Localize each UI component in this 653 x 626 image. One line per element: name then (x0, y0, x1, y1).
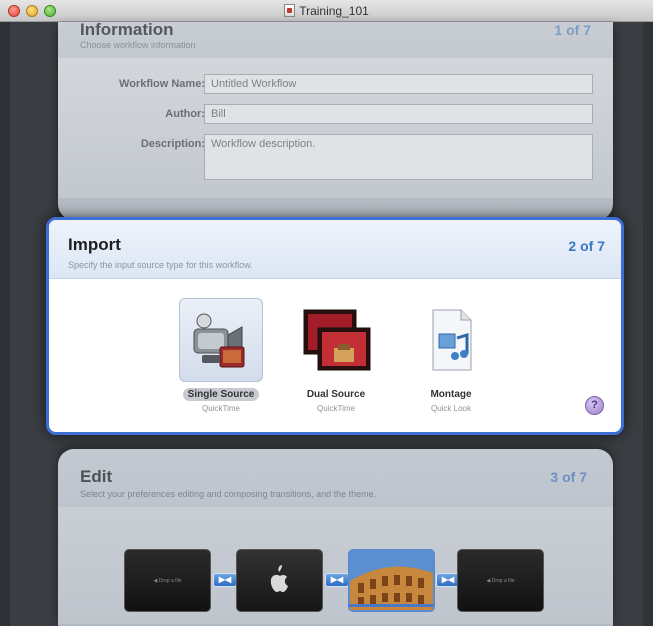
montage-sublabel: Quick Look (430, 404, 472, 413)
author-label: Author: (165, 108, 205, 120)
clip-progress-bar (348, 604, 434, 607)
single-source-label: Single Source (182, 388, 260, 401)
window-title: Training_101 (0, 4, 653, 18)
colosseum-clip[interactable] (348, 549, 435, 612)
dual-source-tile[interactable] (294, 298, 378, 382)
dual-source-sublabel: QuickTime (317, 404, 355, 413)
help-icon[interactable]: ? (585, 396, 604, 415)
timeline-clip[interactable]: ◀ Drop a file (124, 549, 211, 612)
colosseum-photo (350, 551, 433, 610)
description-field[interactable]: Workflow description. (204, 134, 593, 180)
author-row: Author: Bill (58, 104, 613, 126)
montage-tile[interactable] (409, 298, 493, 382)
apple-logo-icon (270, 565, 288, 592)
description-label: Description: (140, 138, 205, 150)
timeline-clip[interactable]: ◀ Drop a file (457, 549, 544, 612)
edit-step: 3 of 7 (550, 469, 587, 485)
transition-marker[interactable]: ▶◀ (325, 573, 349, 587)
workflow-name-row: Workflow Name: Untitled Workflow (58, 74, 613, 96)
edit-title: Edit (80, 467, 113, 486)
import-panel[interactable]: Import Specify the input source type for… (46, 217, 624, 435)
window-titlebar: Training_101 (0, 0, 653, 22)
author-field[interactable]: Bill (204, 104, 593, 124)
import-subtitle: Specify the input source type for this w… (68, 260, 253, 270)
information-title: Information (80, 22, 174, 39)
media-document-icon (432, 309, 472, 371)
information-body: Workflow Name: Untitled Workflow Author:… (58, 58, 613, 198)
workflow-name-label: Workflow Name: (119, 78, 205, 90)
transition-marker[interactable]: ▶◀ (213, 573, 237, 587)
apple-clip[interactable] (236, 549, 323, 612)
import-step: 2 of 7 (568, 238, 605, 254)
montage-option[interactable]: Montage Quick Look (406, 298, 496, 413)
single-source-tile[interactable] (179, 298, 263, 382)
edit-subtitle: Select your preferences editing and comp… (80, 489, 377, 499)
import-header: Import Specify the input source type for… (49, 220, 621, 279)
document-icon (284, 4, 296, 17)
information-step: 1 of 7 (554, 22, 591, 38)
dual-film-icon (303, 309, 371, 371)
information-panel[interactable]: Information Choose workflow information … (58, 22, 613, 220)
description-row: Description: Workflow description. (58, 134, 613, 180)
workflow-name-field[interactable]: Untitled Workflow (204, 74, 593, 94)
dual-source-option[interactable]: Dual Source QuickTime (291, 298, 381, 413)
edit-panel[interactable]: Edit Select your preferences editing and… (58, 449, 613, 626)
video-camera-icon (193, 313, 245, 368)
single-source-sublabel: QuickTime (202, 404, 240, 413)
information-subtitle: Choose workflow information (80, 40, 196, 50)
montage-label: Montage (430, 389, 472, 400)
dual-source-label: Dual Source (306, 389, 366, 400)
left-gutter (0, 22, 10, 626)
single-source-option[interactable]: Single Source QuickTime (176, 298, 266, 413)
window-title-text: Training_101 (299, 4, 369, 18)
import-title: Import (68, 235, 121, 254)
right-gutter (643, 22, 653, 626)
